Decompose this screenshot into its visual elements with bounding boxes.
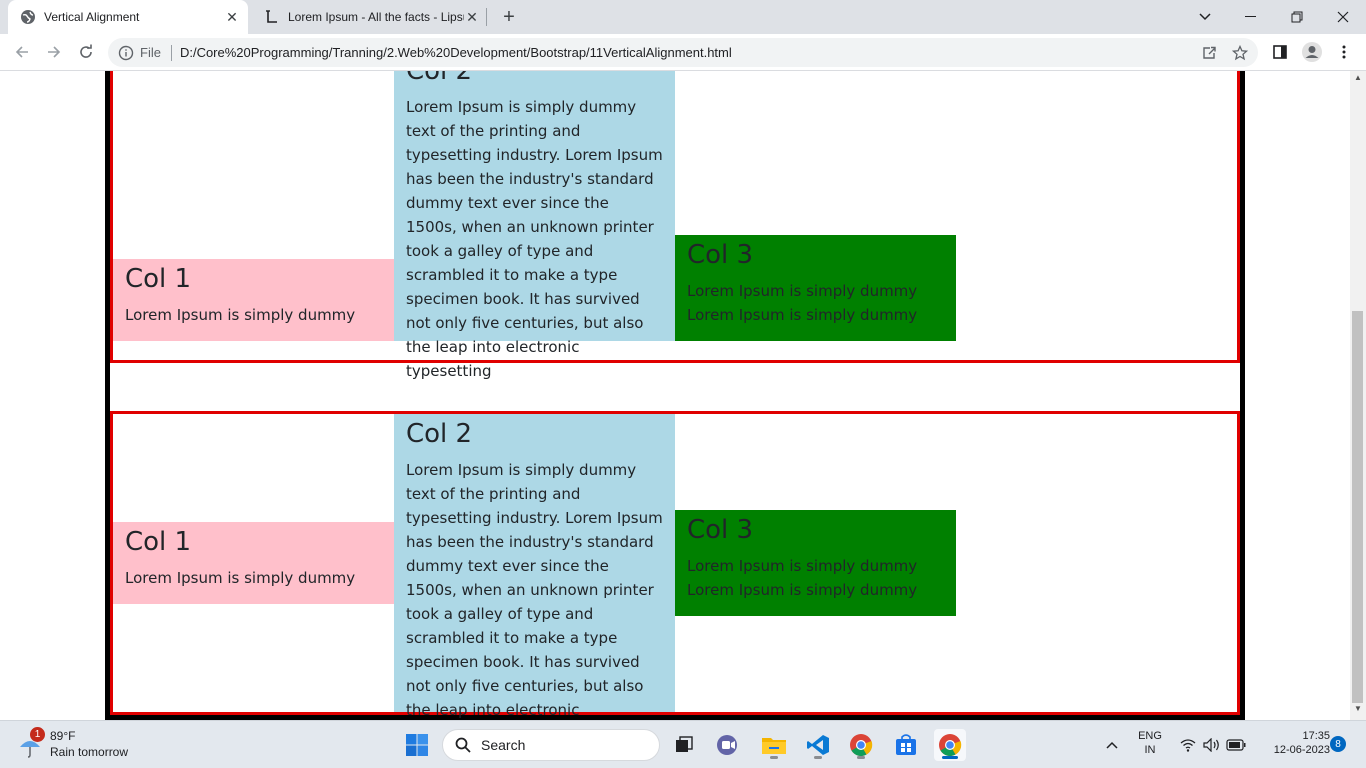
weather-forecast: Rain tomorrow (50, 745, 129, 759)
vscode-icon[interactable] (802, 729, 834, 761)
col-heading: Col 3 (687, 515, 754, 545)
tab-search-chevron-icon[interactable] (1182, 0, 1228, 34)
url-text[interactable]: D:/Core%20Programming/Tranning/2.Web%20D… (180, 45, 732, 60)
language-indicator[interactable]: ENG IN (1134, 730, 1166, 756)
clock-date: 12-06-2023 (1273, 744, 1330, 756)
star-icon[interactable] (1226, 38, 1254, 67)
lipsum-favicon-icon (264, 9, 280, 25)
running-indicator (814, 756, 822, 759)
close-tab-icon[interactable]: ✕ (224, 9, 240, 25)
weather-temp: 89°F (50, 729, 76, 743)
scheme-label: File (140, 45, 161, 60)
scroll-up-icon[interactable]: ▲ (1350, 73, 1366, 87)
tab-strip: Vertical Alignment ✕ Lorem Ipsum - All t… (0, 0, 1366, 34)
clock-time: 17:35 (1302, 730, 1330, 742)
taskbar-search[interactable]: Search (442, 729, 660, 761)
chrome-active-icon[interactable] (934, 729, 966, 761)
row2-col-3: Col 3 Lorem Ipsum is simply dummy Lorem … (675, 510, 956, 616)
search-icon (455, 737, 471, 753)
col-heading: Col 3 (687, 240, 754, 270)
page-viewport: Col 1 Lorem Ipsum is simply dummy Col 2 … (0, 71, 1350, 720)
active-indicator (942, 756, 958, 759)
close-tab-icon[interactable]: ✕ (464, 9, 480, 25)
address-bar[interactable]: File D:/Core%20Programming/Tranning/2.We… (108, 38, 1258, 67)
row1-col-2: Col 2 Lorem Ipsum is simply dummy text o… (394, 71, 675, 380)
file-explorer-icon[interactable] (758, 729, 790, 761)
search-label: Search (481, 737, 526, 753)
windows-taskbar: 1 89°F Rain tomorrow Search ENG IN 17:35… (0, 720, 1366, 768)
side-panel-icon[interactable] (1266, 38, 1294, 66)
minimize-icon[interactable] (1228, 0, 1274, 34)
col-text: Lorem Ipsum is simply dummy text of the … (406, 461, 663, 719)
new-tab-icon[interactable]: + (498, 6, 520, 28)
battery-icon[interactable] (1220, 729, 1252, 761)
row1-col-3: Col 3 Lorem Ipsum is simply dummy Lorem … (675, 235, 956, 341)
clock[interactable]: 17:35 12-06-2023 (1254, 730, 1330, 756)
col-heading: Col 2 (406, 419, 473, 449)
kebab-menu-icon[interactable] (1330, 38, 1358, 66)
tab-separator (486, 8, 487, 26)
weather-widget[interactable]: 1 89°F Rain tomorrow (16, 727, 166, 763)
language-line1: ENG (1138, 730, 1162, 742)
col-text: Lorem Ipsum is simply dummy text of the … (406, 98, 663, 380)
info-icon[interactable] (118, 45, 134, 61)
windows-start-icon[interactable] (401, 729, 433, 761)
row-align-end: Col 1 Lorem Ipsum is simply dummy Col 2 … (110, 71, 1240, 380)
row1-col-1: Col 1 Lorem Ipsum is simply dummy (113, 259, 394, 341)
omnibox-divider (170, 44, 172, 61)
tab-lorem-ipsum[interactable]: Lorem Ipsum - All the facts - Lipsum ✕ (252, 0, 488, 34)
back-arrow-icon[interactable] (8, 38, 36, 66)
row2-col-2: Col 2 Lorem Ipsum is simply dummy text o… (394, 414, 675, 719)
teams-chat-icon[interactable] (712, 729, 744, 761)
col-heading: Col 2 (406, 71, 473, 86)
col-heading: Col 1 (125, 527, 192, 557)
share-icon[interactable] (1195, 38, 1223, 67)
chrome-icon[interactable] (845, 729, 877, 761)
forward-arrow-icon[interactable] (40, 38, 68, 66)
tab-title: Lorem Ipsum - All the facts - Lipsum (288, 10, 464, 24)
language-line2: IN (1144, 744, 1156, 756)
tab-title: Vertical Alignment (44, 10, 140, 24)
show-hidden-icons-chevron-icon[interactable] (1096, 729, 1128, 761)
row-align-center: Col 1 Lorem Ipsum is simply dummy Col 2 … (110, 411, 1240, 719)
profile-icon[interactable] (1298, 38, 1326, 66)
reload-icon[interactable] (72, 38, 100, 66)
restore-icon[interactable] (1274, 0, 1320, 34)
browser-toolbar: File D:/Core%20Programming/Tranning/2.We… (0, 34, 1366, 71)
scrollbar-thumb[interactable] (1352, 311, 1363, 703)
scroll-down-icon[interactable]: ▼ (1350, 704, 1366, 718)
col-text: Lorem Ipsum is simply dummy Lorem Ipsum … (687, 557, 918, 599)
running-indicator (770, 756, 778, 759)
weather-badge: 1 (30, 727, 45, 742)
col-text: Lorem Ipsum is simply dummy Lorem Ipsum … (687, 282, 918, 324)
running-indicator (857, 756, 865, 759)
task-view-icon[interactable] (668, 729, 700, 761)
notification-badge[interactable]: 8 (1330, 736, 1346, 752)
vertical-scrollbar[interactable]: ▲ ▼ (1350, 71, 1366, 720)
close-window-icon[interactable] (1320, 0, 1366, 34)
row2-col-1: Col 1 Lorem Ipsum is simply dummy (113, 522, 394, 604)
col-text: Lorem Ipsum is simply dummy (125, 569, 356, 587)
microsoft-store-icon[interactable] (890, 729, 922, 761)
globe-icon (20, 9, 36, 25)
col-heading: Col 1 (125, 264, 192, 294)
col-text: Lorem Ipsum is simply dummy (125, 306, 356, 324)
tab-vertical-alignment[interactable]: Vertical Alignment ✕ (8, 0, 248, 34)
